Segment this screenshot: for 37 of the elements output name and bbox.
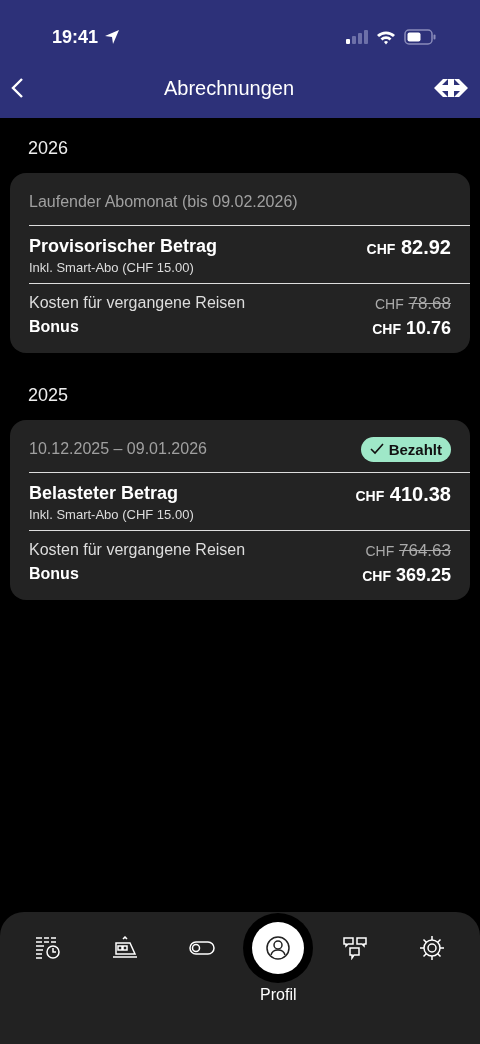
costs-label: Kosten für vergangene Reisen [29,294,246,312]
double-arrow-logo-icon [434,78,468,98]
location-arrow-icon [104,29,121,45]
costs-value: CHF 764.63 [365,541,451,561]
costs-label: Kosten für vergangene Reisen [29,541,246,559]
profile-icon [266,936,291,960]
amount-label: Belasteter Betrag [29,483,180,504]
amount-label: Provisorischer Betrag [29,236,218,257]
tab-label: Profil [260,986,297,1004]
year-heading: 2026 [27,138,70,159]
checkmark-icon [369,443,384,455]
toggle-icon [188,940,215,956]
costs-value: CHF 78.68 [374,294,451,314]
amount-value: CHF 82.92 [366,236,451,259]
amount-note: Inkl. Smart-Abo (CHF 15.00) [29,507,194,522]
settings-icon [418,935,445,961]
billing-card[interactable]: Laufender Abomonat (bis 09.02.2026) Provisorischer Betrag Inkl. Smart-Abo (CHF 15.00) CHF 82.92 Kosten für vergangene Reisen CHF 78.68 Bonus CHF 10.76 [10,173,470,353]
bonus-value: CHF 369.25 [362,565,451,586]
back-icon[interactable] [10,77,24,99]
chat-bubbles-icon [342,936,367,960]
status-time: 19:41 [52,26,99,48]
status-label: Bezahlt [388,440,442,458]
bonus-label: Bonus [29,565,79,583]
timetable-clock-icon [35,936,62,960]
signal-icon [346,30,368,44]
bonus-label: Bonus [29,318,79,336]
wifi-icon [376,29,396,45]
year-heading: 2025 [27,385,70,406]
page-title: Abrechnungen [162,76,296,100]
billing-period: Laufender Abomonat (bis 09.02.2026) [29,193,298,211]
amount-value: CHF 410.38 [355,483,451,506]
train-icon [112,936,138,960]
amount-note: Inkl. Smart-Abo (CHF 15.00) [29,260,195,275]
billing-card[interactable]: 10.12.2025 – 09.01.2026 Bezahlt Belasteter Betrag Inkl. Smart-Abo (CHF 15.00) CHF 410.38 Kosten für vergangene Reisen CHF 764.63 Bonus CHF 369.25 [10,420,470,600]
billing-period: 10.12.2025 – 09.01.2026 [29,440,207,458]
bonus-value: CHF 10.76 [372,318,451,339]
battery-icon [404,29,436,45]
